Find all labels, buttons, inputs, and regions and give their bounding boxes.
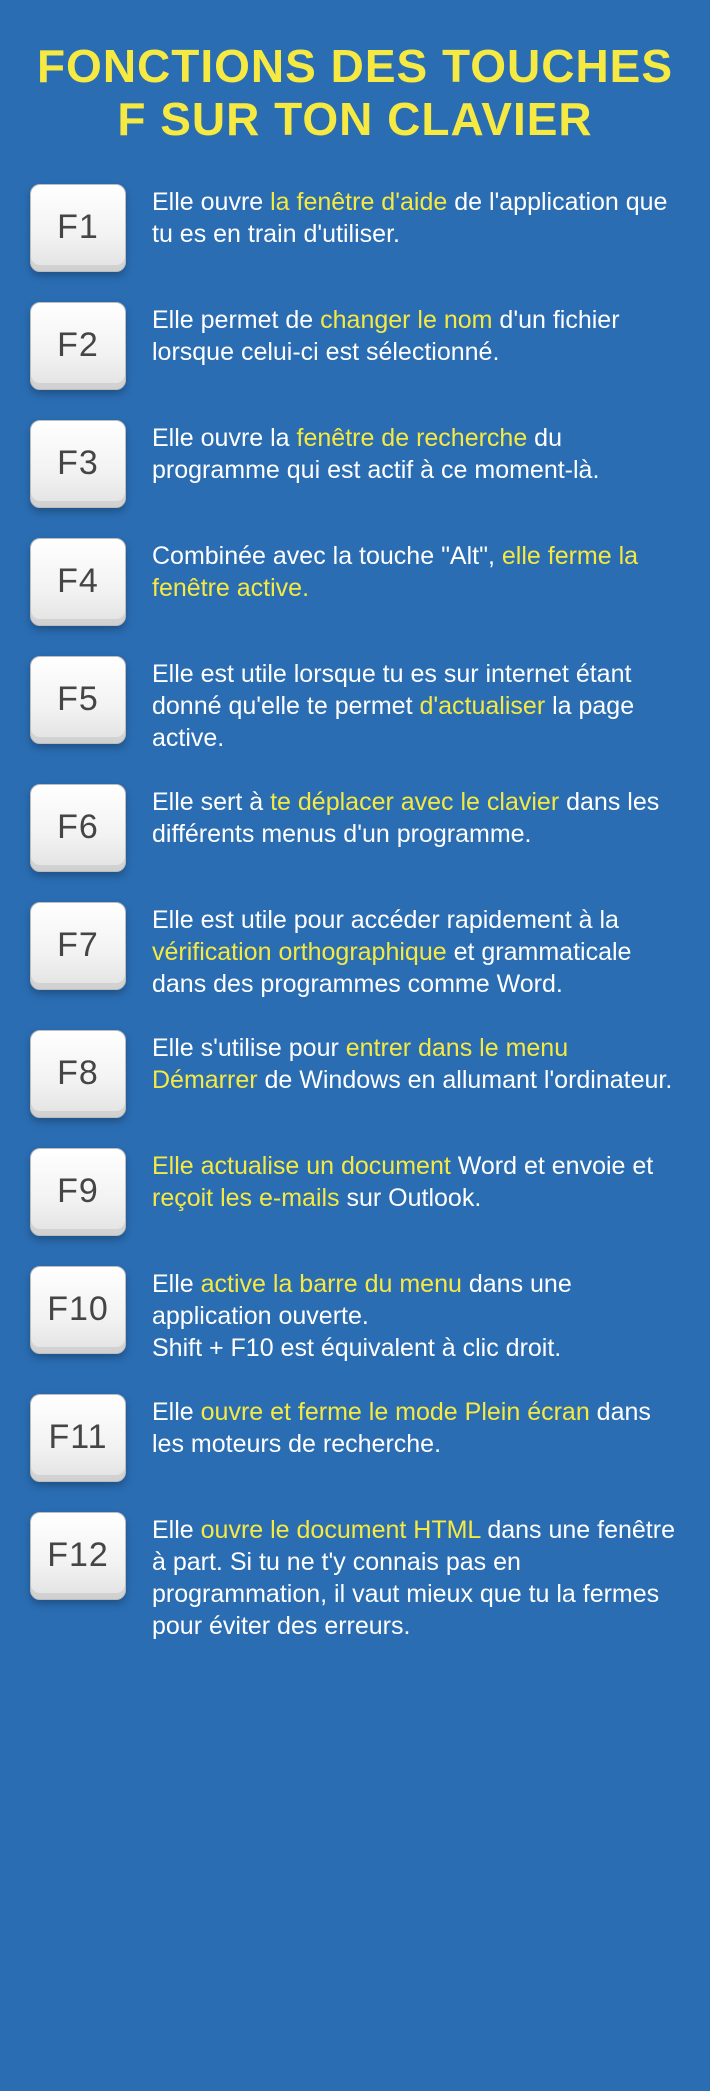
key-description: Elle ouvre le document HTML dans une fen… xyxy=(152,1512,680,1642)
key-row: F2 Elle permet de changer le nom d'un fic… xyxy=(30,302,680,390)
keyboard-key: F4 xyxy=(30,538,126,626)
keyboard-key: F10 xyxy=(30,1266,126,1354)
highlight-text: vérification orthographique xyxy=(152,938,447,966)
key-row: F3 Elle ouvre la fenêtre de recherche du … xyxy=(30,420,680,508)
key-description: Elle sert à te déplacer avec le clavier … xyxy=(152,784,680,850)
key-row: F8 Elle s'utilise pour entrer dans le men… xyxy=(30,1030,680,1118)
key-description: Elle est utile pour accéder rapidement à… xyxy=(152,902,680,1000)
key-description: Elle actualise un document Word et envoi… xyxy=(152,1148,680,1214)
highlight-text: la fenêtre d'aide xyxy=(270,188,447,216)
keyboard-key: F12 xyxy=(30,1512,126,1600)
highlight-text: Elle actualise un document xyxy=(152,1152,451,1180)
highlight-text: ouvre et ferme le mode Plein écran xyxy=(201,1398,590,1426)
key-row: F11 Elle ouvre et ferme le mode Plein écr… xyxy=(30,1394,680,1482)
keyboard-key: F1 xyxy=(30,184,126,272)
description-text: Shift + F10 est équivalent à clic droit. xyxy=(152,1334,561,1362)
highlight-text: ouvre le document HTML xyxy=(201,1516,481,1544)
key-description: Elle ouvre la fenêtre d'aide de l'applic… xyxy=(152,184,680,250)
highlight-text: fenêtre de recherche xyxy=(297,424,528,452)
description-text: Word et envoie et xyxy=(451,1152,653,1180)
keyboard-key: F8 xyxy=(30,1030,126,1118)
description-text: de Windows en allumant l'ordinateur. xyxy=(258,1066,673,1094)
description-text: Elle xyxy=(152,1270,201,1298)
description-text: Elle s'utilise pour xyxy=(152,1034,346,1062)
keyboard-key: F2 xyxy=(30,302,126,390)
highlight-text: te déplacer avec le clavier xyxy=(270,788,559,816)
key-row: F9 Elle actualise un document Word et env… xyxy=(30,1148,680,1236)
key-description: Elle active la barre du menu dans une ap… xyxy=(152,1266,680,1364)
description-text: Elle est utile pour accéder rapidement à… xyxy=(152,906,619,934)
keyboard-key-label: F3 xyxy=(57,444,99,483)
description-text: Combinée avec la touche "Alt", xyxy=(152,542,502,570)
highlight-text: active la barre du menu xyxy=(201,1270,462,1298)
keyboard-key-label: F1 xyxy=(57,208,99,247)
key-row: F10 Elle active la barre du menu dans une… xyxy=(30,1266,680,1364)
key-description: Elle est utile lorsque tu es sur interne… xyxy=(152,656,680,754)
key-row: F4 Combinée avec la touche "Alt", elle fe… xyxy=(30,538,680,626)
keyboard-key-label: F5 xyxy=(57,680,99,719)
keyboard-key-label: F8 xyxy=(57,1054,99,1093)
keyboard-key-label: F9 xyxy=(57,1172,99,1211)
description-text: Elle ouvre xyxy=(152,188,270,216)
keyboard-key: F6 xyxy=(30,784,126,872)
keyboard-key-label: F6 xyxy=(57,808,99,847)
key-row: F1 Elle ouvre la fenêtre d'aide de l'appl… xyxy=(30,184,680,272)
keyboard-key: F11 xyxy=(30,1394,126,1482)
key-list: F1 Elle ouvre la fenêtre d'aide de l'appl… xyxy=(30,184,680,1642)
keyboard-key-label: F12 xyxy=(47,1536,109,1575)
key-description: Elle s'utilise pour entrer dans le menu … xyxy=(152,1030,680,1096)
description-text: Elle permet de xyxy=(152,306,320,334)
key-row: F7 Elle est utile pour accéder rapidement… xyxy=(30,902,680,1000)
description-text: Elle xyxy=(152,1398,201,1426)
keyboard-key: F9 xyxy=(30,1148,126,1236)
key-row: F12 Elle ouvre le document HTML dans une … xyxy=(30,1512,680,1642)
key-description: Combinée avec la touche "Alt", elle ferm… xyxy=(152,538,680,604)
keyboard-key: F5 xyxy=(30,656,126,744)
key-description: Elle permet de changer le nom d'un fichi… xyxy=(152,302,680,368)
keyboard-key-label: F10 xyxy=(47,1290,109,1329)
highlight-text: reçoit les e-mails xyxy=(152,1184,340,1212)
keyboard-key-label: F7 xyxy=(57,926,99,965)
description-text: Elle xyxy=(152,1516,201,1544)
keyboard-key-label: F2 xyxy=(57,326,99,365)
description-text: Elle ouvre la xyxy=(152,424,297,452)
keyboard-key: F7 xyxy=(30,902,126,990)
page-title: FONCTIONS DES TOUCHES F SUR TON CLAVIER xyxy=(30,40,680,146)
highlight-text: changer le nom xyxy=(320,306,492,334)
description-text: sur Outlook. xyxy=(340,1184,482,1212)
key-description: Elle ouvre et ferme le mode Plein écran … xyxy=(152,1394,680,1460)
description-text: Elle sert à xyxy=(152,788,270,816)
keyboard-key-label: F11 xyxy=(48,1418,107,1457)
key-row: F6 Elle sert à te déplacer avec le clavie… xyxy=(30,784,680,872)
highlight-text: d'actualiser xyxy=(419,692,545,720)
key-description: Elle ouvre la fenêtre de recherche du pr… xyxy=(152,420,680,486)
keyboard-key: F3 xyxy=(30,420,126,508)
key-row: F5 Elle est utile lorsque tu es sur inter… xyxy=(30,656,680,754)
keyboard-key-label: F4 xyxy=(57,562,99,601)
